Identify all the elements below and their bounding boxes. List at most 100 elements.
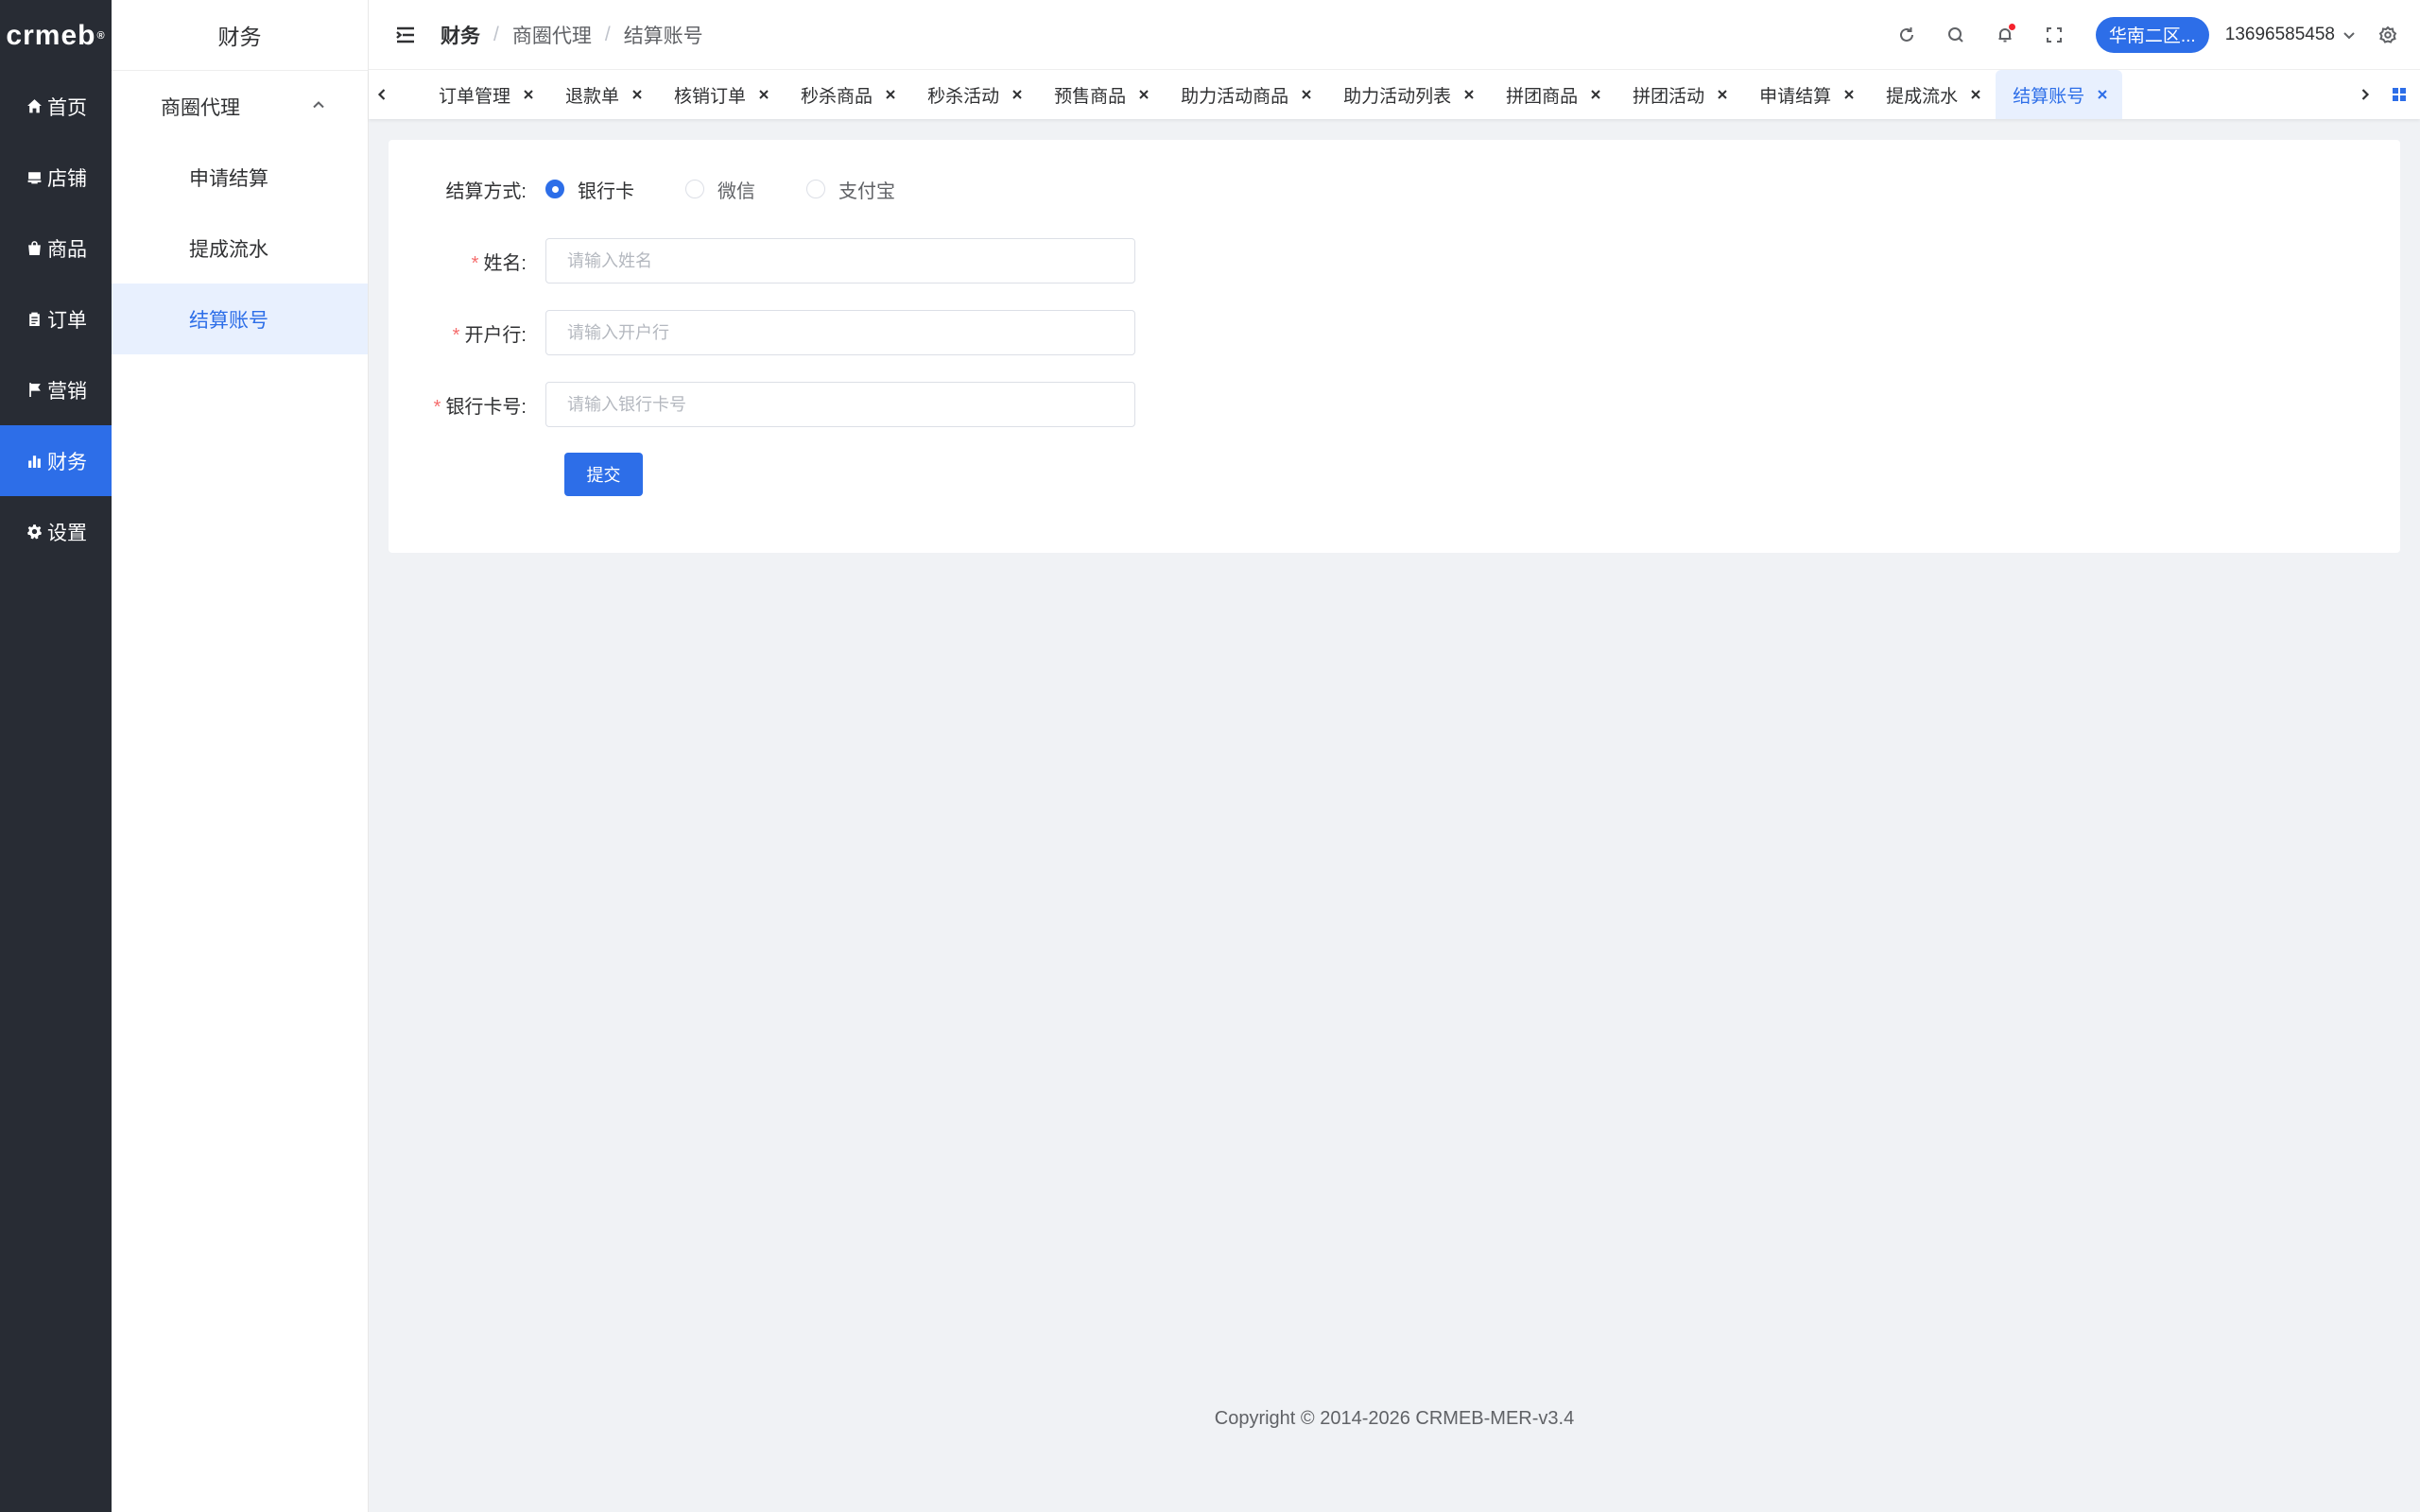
tags-menu-button[interactable] (2378, 70, 2420, 119)
rail-item-marketing[interactable]: 营销 (0, 354, 112, 425)
app-root: crmeb ® 首页 店铺 商品 订单 营销 财务 设置 财务 商圈代理 申请结… (0, 0, 2420, 1512)
copyright-footer: Copyright © 2014-2026 CRMEB-MER-v3.4 (1214, 1408, 1575, 1429)
brand-logo-mark: ® (96, 29, 106, 42)
rail-item-settings[interactable]: 设置 (0, 496, 112, 567)
bank-input[interactable] (545, 310, 1135, 355)
tag[interactable]: 预售商品 (1037, 70, 1164, 119)
tag[interactable]: 退款单 (548, 70, 657, 119)
rail-item-products[interactable]: 商品 (0, 213, 112, 284)
bar-chart-icon (25, 452, 43, 471)
rail-item-label: 营销 (47, 380, 87, 403)
radio-circle (685, 180, 704, 198)
close-icon[interactable] (757, 88, 770, 101)
tag[interactable]: 助力活动列表 (1326, 70, 1489, 119)
brand-logo[interactable]: crmeb ® (0, 0, 112, 71)
notification-button[interactable] (1980, 10, 2030, 60)
tag-label: 秒杀活动 (927, 86, 1000, 107)
radio-wechat[interactable]: 微信 (685, 176, 755, 203)
close-icon[interactable] (1842, 88, 1856, 101)
bag-icon (25, 239, 43, 258)
radio-label: 微信 (717, 180, 755, 202)
card-number-label: * 银行卡号: (389, 391, 536, 419)
tag-label: 结算账号 (2013, 86, 2085, 107)
tag-active[interactable]: 结算账号 (1996, 70, 2123, 119)
settlement-account-form: 结算方式: 银行卡 微信 支付宝 *姓名: *开户行: *银行卡号: (389, 140, 2400, 553)
close-icon[interactable] (522, 88, 535, 101)
close-icon[interactable] (631, 88, 644, 101)
top-header: 财务 / 商圈代理 / 结算账号 华南二区... 13696585458 (369, 0, 2420, 70)
sub-sidebar-group-toggle[interactable]: 商圈代理 (112, 71, 368, 142)
user-menu[interactable]: 13696585458 (2225, 25, 2356, 45)
tag[interactable]: 秒杀商品 (784, 70, 910, 119)
close-icon[interactable] (1969, 88, 1982, 101)
method-label: 结算方式: (445, 180, 527, 202)
settings-button[interactable] (2367, 14, 2409, 56)
close-icon[interactable] (1137, 88, 1150, 101)
breadcrumb-separator: / (604, 23, 611, 45)
tag[interactable]: 秒杀活动 (910, 70, 1037, 119)
refresh-button[interactable] (1882, 10, 1931, 60)
tag[interactable]: 提成流水 (1869, 70, 1996, 119)
radio-circle (545, 180, 564, 198)
rail-item-orders[interactable]: 订单 (0, 284, 112, 354)
name-input[interactable] (545, 238, 1135, 284)
store-switch-button[interactable]: 华南二区... (2095, 16, 2209, 53)
fullscreen-icon (2046, 26, 2062, 43)
tag[interactable]: 拼团商品 (1489, 70, 1616, 119)
sub-sidebar-group-label: 商圈代理 (161, 96, 240, 119)
tag[interactable]: 核销订单 (657, 70, 784, 119)
tag-label: 拼团商品 (1506, 86, 1579, 107)
rail-item-finance[interactable]: 财务 (0, 425, 112, 496)
required-mark: * (452, 324, 460, 346)
breadcrumb-item[interactable]: 商圈代理 (512, 21, 592, 49)
close-icon[interactable] (1300, 88, 1313, 101)
card-row: * 银行卡号: (389, 382, 1135, 427)
bank-label: * 开户行: (389, 319, 536, 347)
close-icon[interactable] (1011, 88, 1024, 101)
breadcrumb-item[interactable]: 财务 (441, 21, 480, 49)
tags-scroll-right-button[interactable] (2352, 70, 2378, 119)
tag-label: 拼团活动 (1633, 86, 1705, 107)
close-icon[interactable] (1716, 88, 1729, 101)
tag-label: 预售商品 (1054, 86, 1127, 107)
tag[interactable]: 拼团活动 (1616, 70, 1742, 119)
shop-icon (25, 168, 43, 187)
radio-alipay[interactable]: 支付宝 (806, 176, 895, 203)
sub-sidebar: 财务 商圈代理 申请结算 提成流水 结算账号 (112, 0, 369, 1512)
radio-circle (806, 180, 825, 198)
card-number-label-text: 银行卡号: (445, 396, 527, 418)
sub-sidebar-item-settlement-account[interactable]: 结算账号 (112, 284, 368, 354)
submit-button[interactable]: 提交 (564, 453, 643, 496)
tags-scroll-left-button[interactable] (369, 70, 395, 119)
close-icon[interactable] (2096, 88, 2109, 101)
search-button[interactable] (1931, 10, 1980, 60)
rail-item-label: 首页 (47, 96, 87, 119)
settings-icon (2378, 26, 2397, 43)
close-icon[interactable] (1462, 88, 1476, 101)
rail-item-shop[interactable]: 店铺 (0, 142, 112, 213)
close-icon[interactable] (1589, 88, 1602, 101)
required-mark: * (433, 396, 441, 418)
radio-bank-card[interactable]: 银行卡 (545, 176, 634, 203)
card-number-input[interactable] (545, 382, 1135, 427)
tag[interactable]: 助力活动商品 (1164, 70, 1326, 119)
breadcrumb: 财务 / 商圈代理 / 结算账号 (441, 21, 703, 49)
bank-row: * 开户行: (389, 310, 1135, 355)
breadcrumb-separator: / (493, 23, 499, 45)
chevron-down-icon (2343, 31, 2355, 39)
bank-label-text: 开户行: (464, 324, 527, 346)
close-icon[interactable] (884, 88, 897, 101)
rail-item-home[interactable]: 首页 (0, 71, 112, 142)
search-icon (1947, 26, 1963, 43)
sub-sidebar-item-apply-settlement[interactable]: 申请结算 (112, 142, 368, 213)
tag-label: 秒杀商品 (801, 86, 873, 107)
name-row: * 姓名: (389, 238, 1135, 284)
tag-label: 提成流水 (1886, 86, 1959, 107)
tag[interactable]: 订单管理 (422, 70, 548, 119)
name-label: * 姓名: (389, 248, 536, 275)
tag[interactable]: 申请结算 (1742, 70, 1869, 119)
fullscreen-button[interactable] (2030, 10, 2079, 60)
collapse-menu-button[interactable] (391, 21, 420, 49)
brand-logo-text: crmeb (6, 19, 96, 51)
sub-sidebar-item-commission-flow[interactable]: 提成流水 (112, 213, 368, 284)
